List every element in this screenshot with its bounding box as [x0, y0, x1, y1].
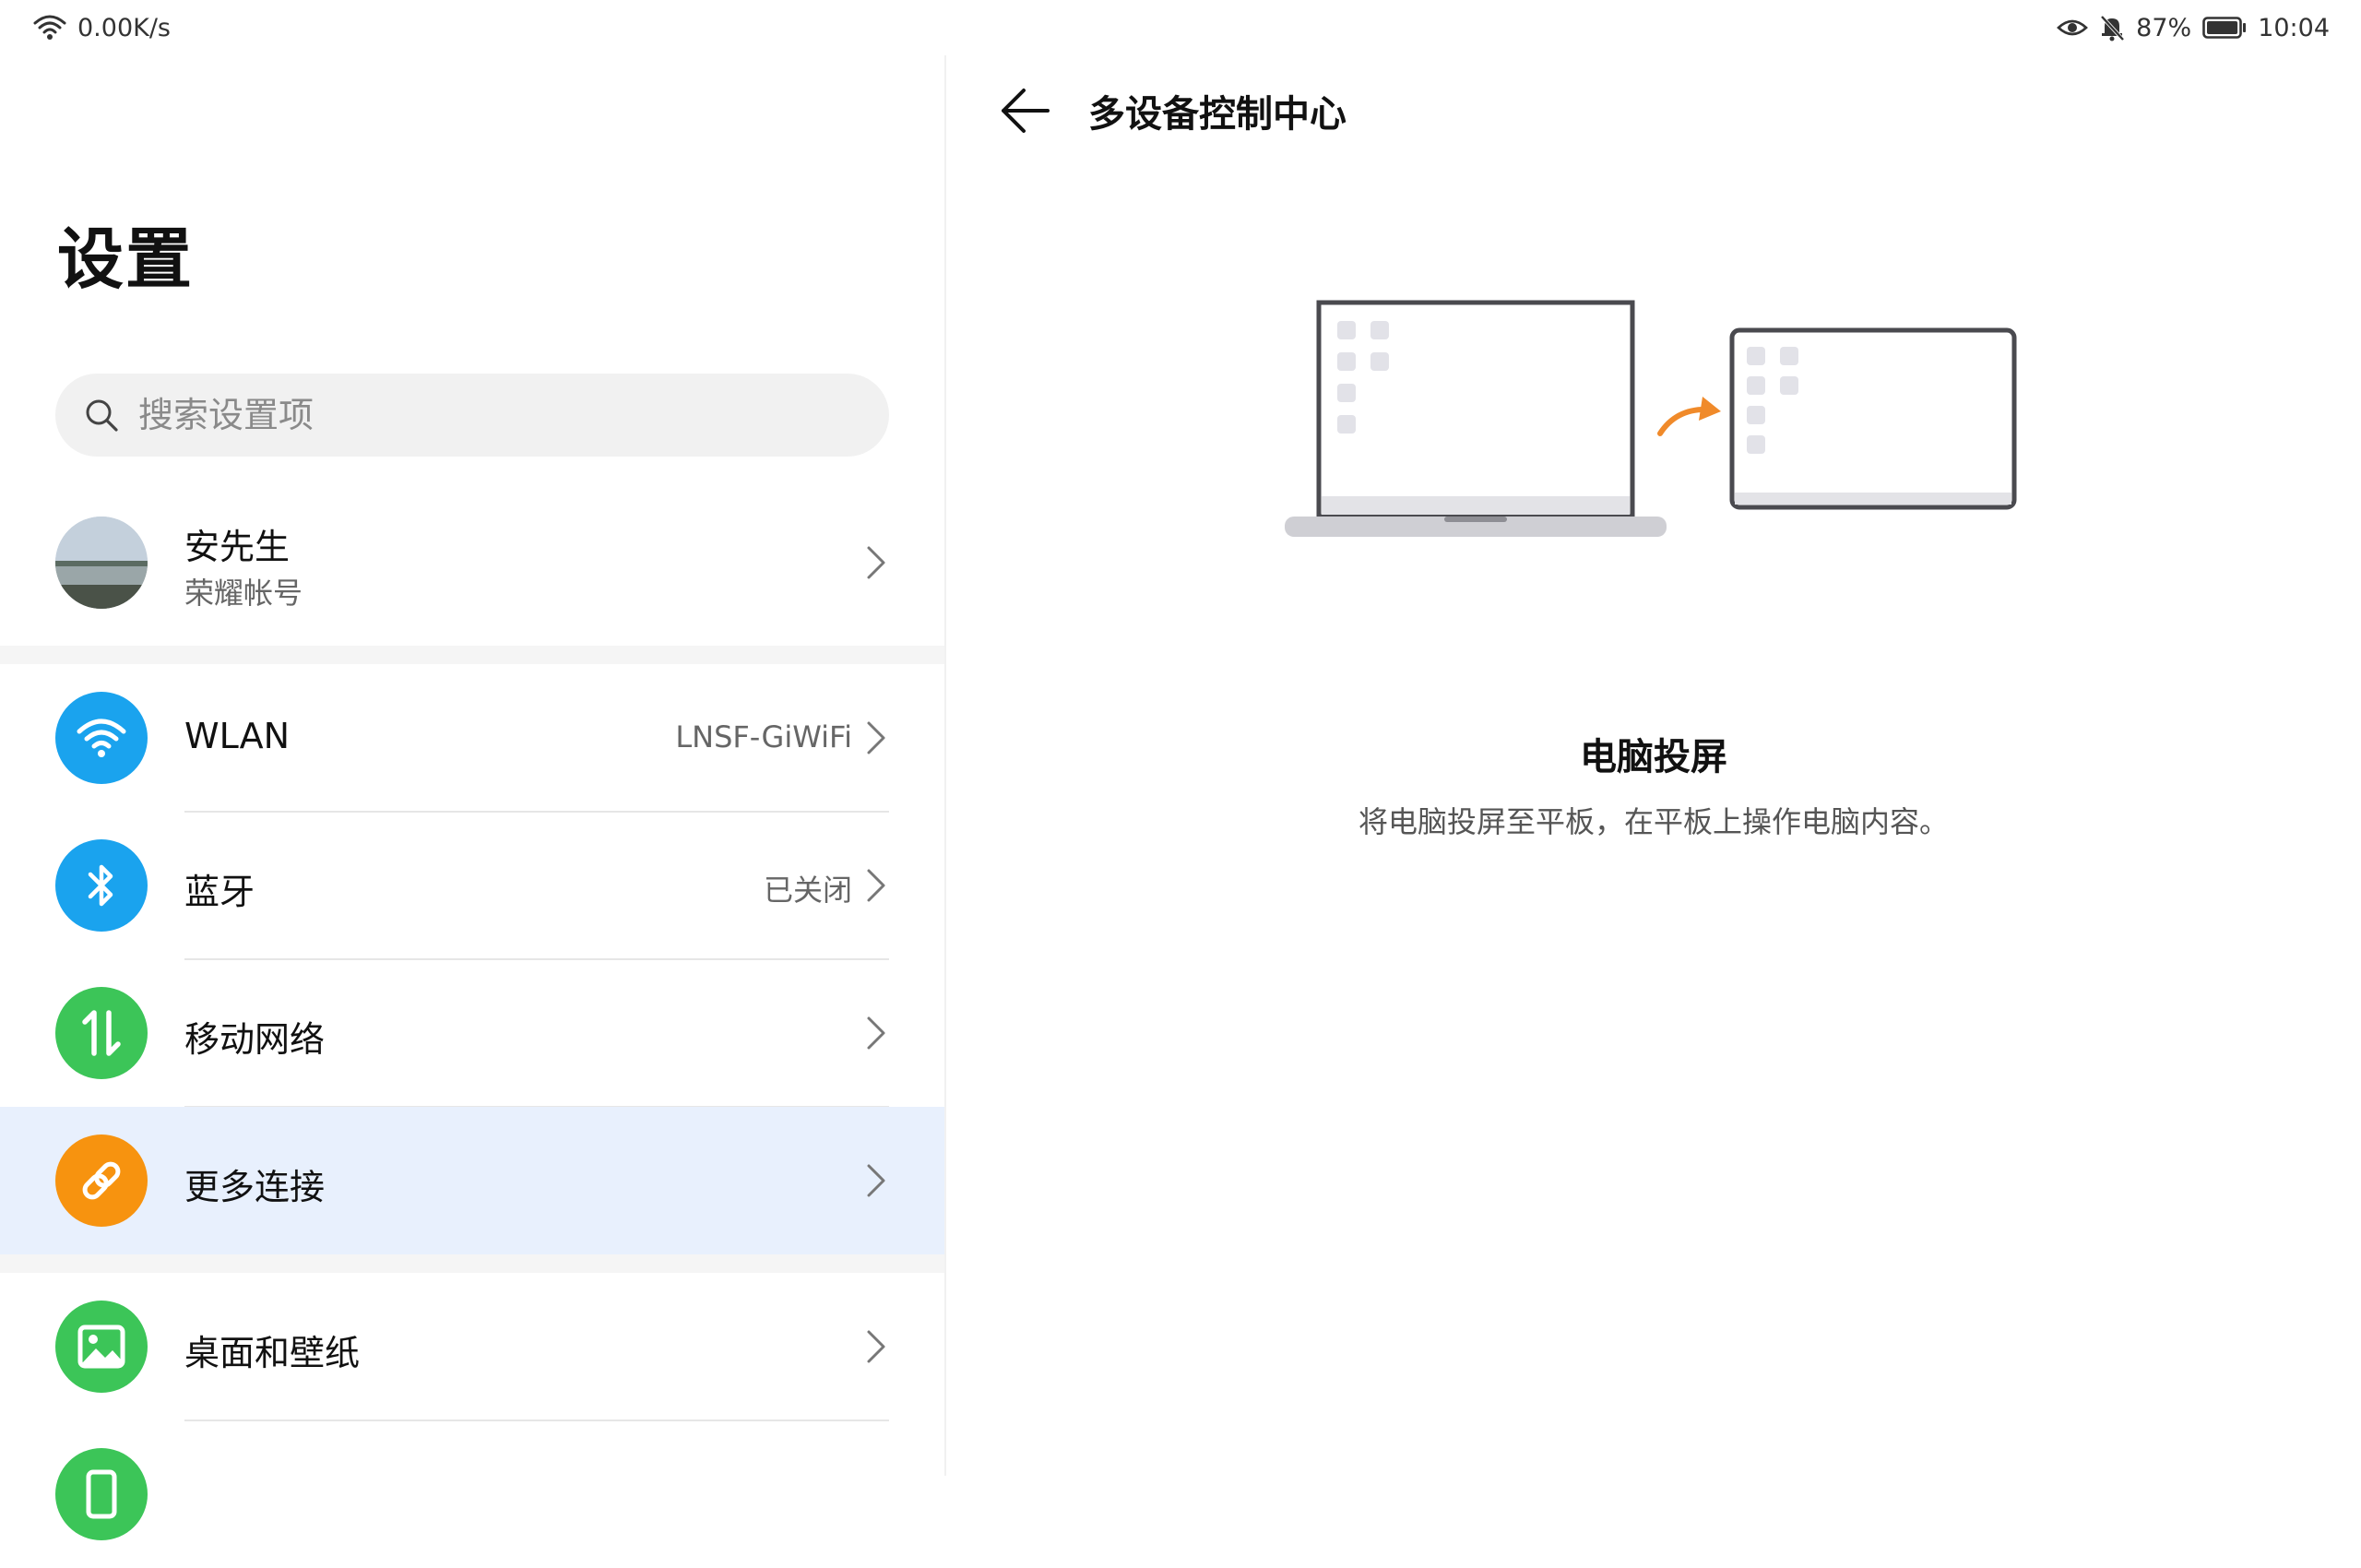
chevron-right-icon — [867, 546, 885, 579]
laptop-to-tablet-icon — [1285, 300, 2017, 537]
account-name: 安先生 — [184, 527, 291, 567]
settings-item-label: 更多连接 — [184, 1167, 326, 1207]
group-separator — [0, 1254, 944, 1273]
mobile-data-icon — [55, 987, 148, 1079]
account-row[interactable]: 安先生 荣耀帐号 — [0, 498, 944, 627]
settings-item-bluetooth[interactable]: 蓝牙 已关闭 — [0, 812, 944, 959]
account-subtitle: 荣耀帐号 — [184, 576, 303, 611]
settings-item-label: 蓝牙 — [184, 872, 255, 912]
eye-comfort-icon — [2057, 19, 2089, 36]
chevron-right-icon — [867, 1016, 885, 1050]
chevron-right-icon — [867, 1164, 885, 1197]
wallpaper-icon — [55, 1301, 148, 1393]
avatar — [55, 517, 148, 609]
settings-item-label: 桌面和壁纸 — [184, 1333, 361, 1373]
search-input[interactable] — [136, 394, 860, 436]
feature-description: 将电脑投屏至平板，在平板上操作电脑内容。 — [1358, 804, 1949, 839]
status-right: 87% 10:04 — [2057, 11, 2330, 44]
search-bar[interactable] — [55, 374, 889, 457]
battery-icon — [2202, 17, 2247, 39]
group-separator — [0, 646, 944, 664]
battery-percent: 87% — [2136, 13, 2192, 42]
page-title: 设置 — [57, 220, 195, 298]
feature-title: 电脑投屏 — [1580, 736, 1727, 778]
settings-item-label: 移动网络 — [184, 1019, 326, 1060]
settings-list-pane: 设置 安先生 荣耀帐号 — [0, 0, 944, 1540]
bluetooth-icon — [55, 839, 148, 932]
settings-item-mobile-network[interactable]: 移动网络 — [0, 959, 944, 1107]
phone-icon — [55, 1448, 148, 1540]
wifi-icon — [55, 692, 148, 784]
settings-item-value: LNSF-GiWiFi — [675, 719, 852, 754]
chevron-right-icon — [867, 1330, 885, 1363]
settings-item-wlan[interactable]: WLAN LNSF-GiWiFi — [0, 664, 944, 812]
settings-item-value: 已关闭 — [763, 873, 852, 908]
pc-projection-illustration — [1280, 295, 2018, 553]
detail-header: 多设备控制中心 — [996, 74, 1347, 148]
settings-item-desktop-wallpaper[interactable]: 桌面和壁纸 — [0, 1273, 944, 1420]
clock: 10:04 — [2258, 13, 2330, 42]
chevron-right-icon — [867, 721, 885, 754]
search-icon — [86, 399, 118, 432]
mute-bell-icon — [2100, 15, 2125, 42]
link-icon — [55, 1134, 148, 1227]
settings-item-label: WLAN — [184, 716, 291, 756]
chevron-right-icon — [867, 869, 885, 902]
settings-item-next[interactable] — [0, 1420, 944, 1568]
settings-item-more-connections[interactable]: 更多连接 — [0, 1107, 944, 1254]
detail-title: 多设备控制中心 — [1088, 93, 1347, 136]
back-arrow-icon[interactable] — [996, 83, 1051, 138]
